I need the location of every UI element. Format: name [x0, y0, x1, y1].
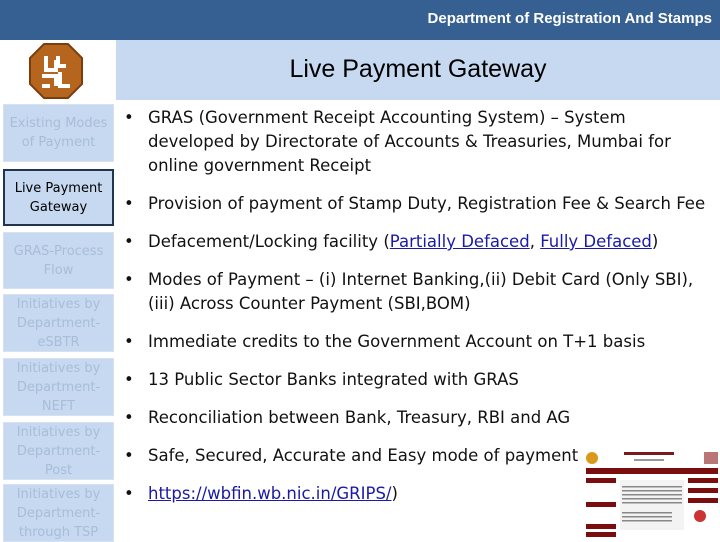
sidebar-item-tsp[interactable]: Initiatives by Department-through TSP [3, 484, 114, 542]
sidebar-item-existing-modes[interactable]: Existing Modes of Payment [3, 104, 114, 162]
bullet-text: Provision of payment of Stamp Duty, Regi… [148, 194, 706, 213]
bullet-dot: • [124, 108, 134, 127]
bullet-text: Reconciliation between Bank, Treasury, R… [148, 408, 571, 427]
defacement-text: Defacement/Locking facility ( [148, 232, 390, 251]
bullet-dot: • [124, 332, 134, 351]
bullet-dot: • [124, 194, 134, 213]
bullet-dot: • [124, 370, 134, 389]
bullet-dot: • [124, 446, 134, 465]
bullet-dot: • [124, 270, 134, 289]
fully-defaced-link[interactable]: Fully Defaced [540, 232, 652, 251]
sidebar-item-neft[interactable]: Initiatives by Department-NEFT [3, 358, 114, 416]
partially-defaced-link[interactable]: Partially Defaced [390, 232, 530, 251]
bullet-dot: • [124, 408, 134, 427]
grips-website-screenshot [584, 444, 720, 540]
sidebar-item-gras-process-flow[interactable]: GRAS-Process Flow [3, 232, 114, 289]
bullet-text: Immediate credits to the Government Acco… [148, 332, 646, 351]
close-paren: ) [651, 232, 659, 251]
bullet-text: GRAS (Government Receipt Accounting Syst… [148, 108, 671, 175]
page-title: Live Payment Gateway [289, 55, 547, 83]
bullet-text: Defacement/Locking facility (Partially D… [148, 230, 708, 254]
department-logo [29, 43, 83, 99]
sidebar-item-live-payment-gateway[interactable]: Live Payment Gateway [3, 169, 114, 226]
bullet-text: 13 Public Sector Banks integrated with G… [148, 370, 519, 389]
separator: , [529, 232, 541, 251]
grips-link[interactable]: https://wbfin.wb.nic.in/GRIPS/ [148, 484, 391, 503]
bullet-dot: • [124, 484, 134, 503]
header-bar: Department of Registration And Stamps [0, 0, 720, 40]
sidebar-item-esbtr[interactable]: Initiatives by Department-eSBTR [3, 294, 114, 352]
close-paren: ) [391, 484, 398, 503]
title-band: Live Payment Gateway [116, 40, 720, 100]
sidebar-item-post[interactable]: Initiatives by Department-Post [3, 422, 114, 480]
bullet-dot: • [124, 232, 134, 251]
department-name: Department of Registration And Stamps [427, 10, 712, 27]
bullet-text: Modes of Payment – (i) Internet Banking,… [148, 270, 694, 313]
